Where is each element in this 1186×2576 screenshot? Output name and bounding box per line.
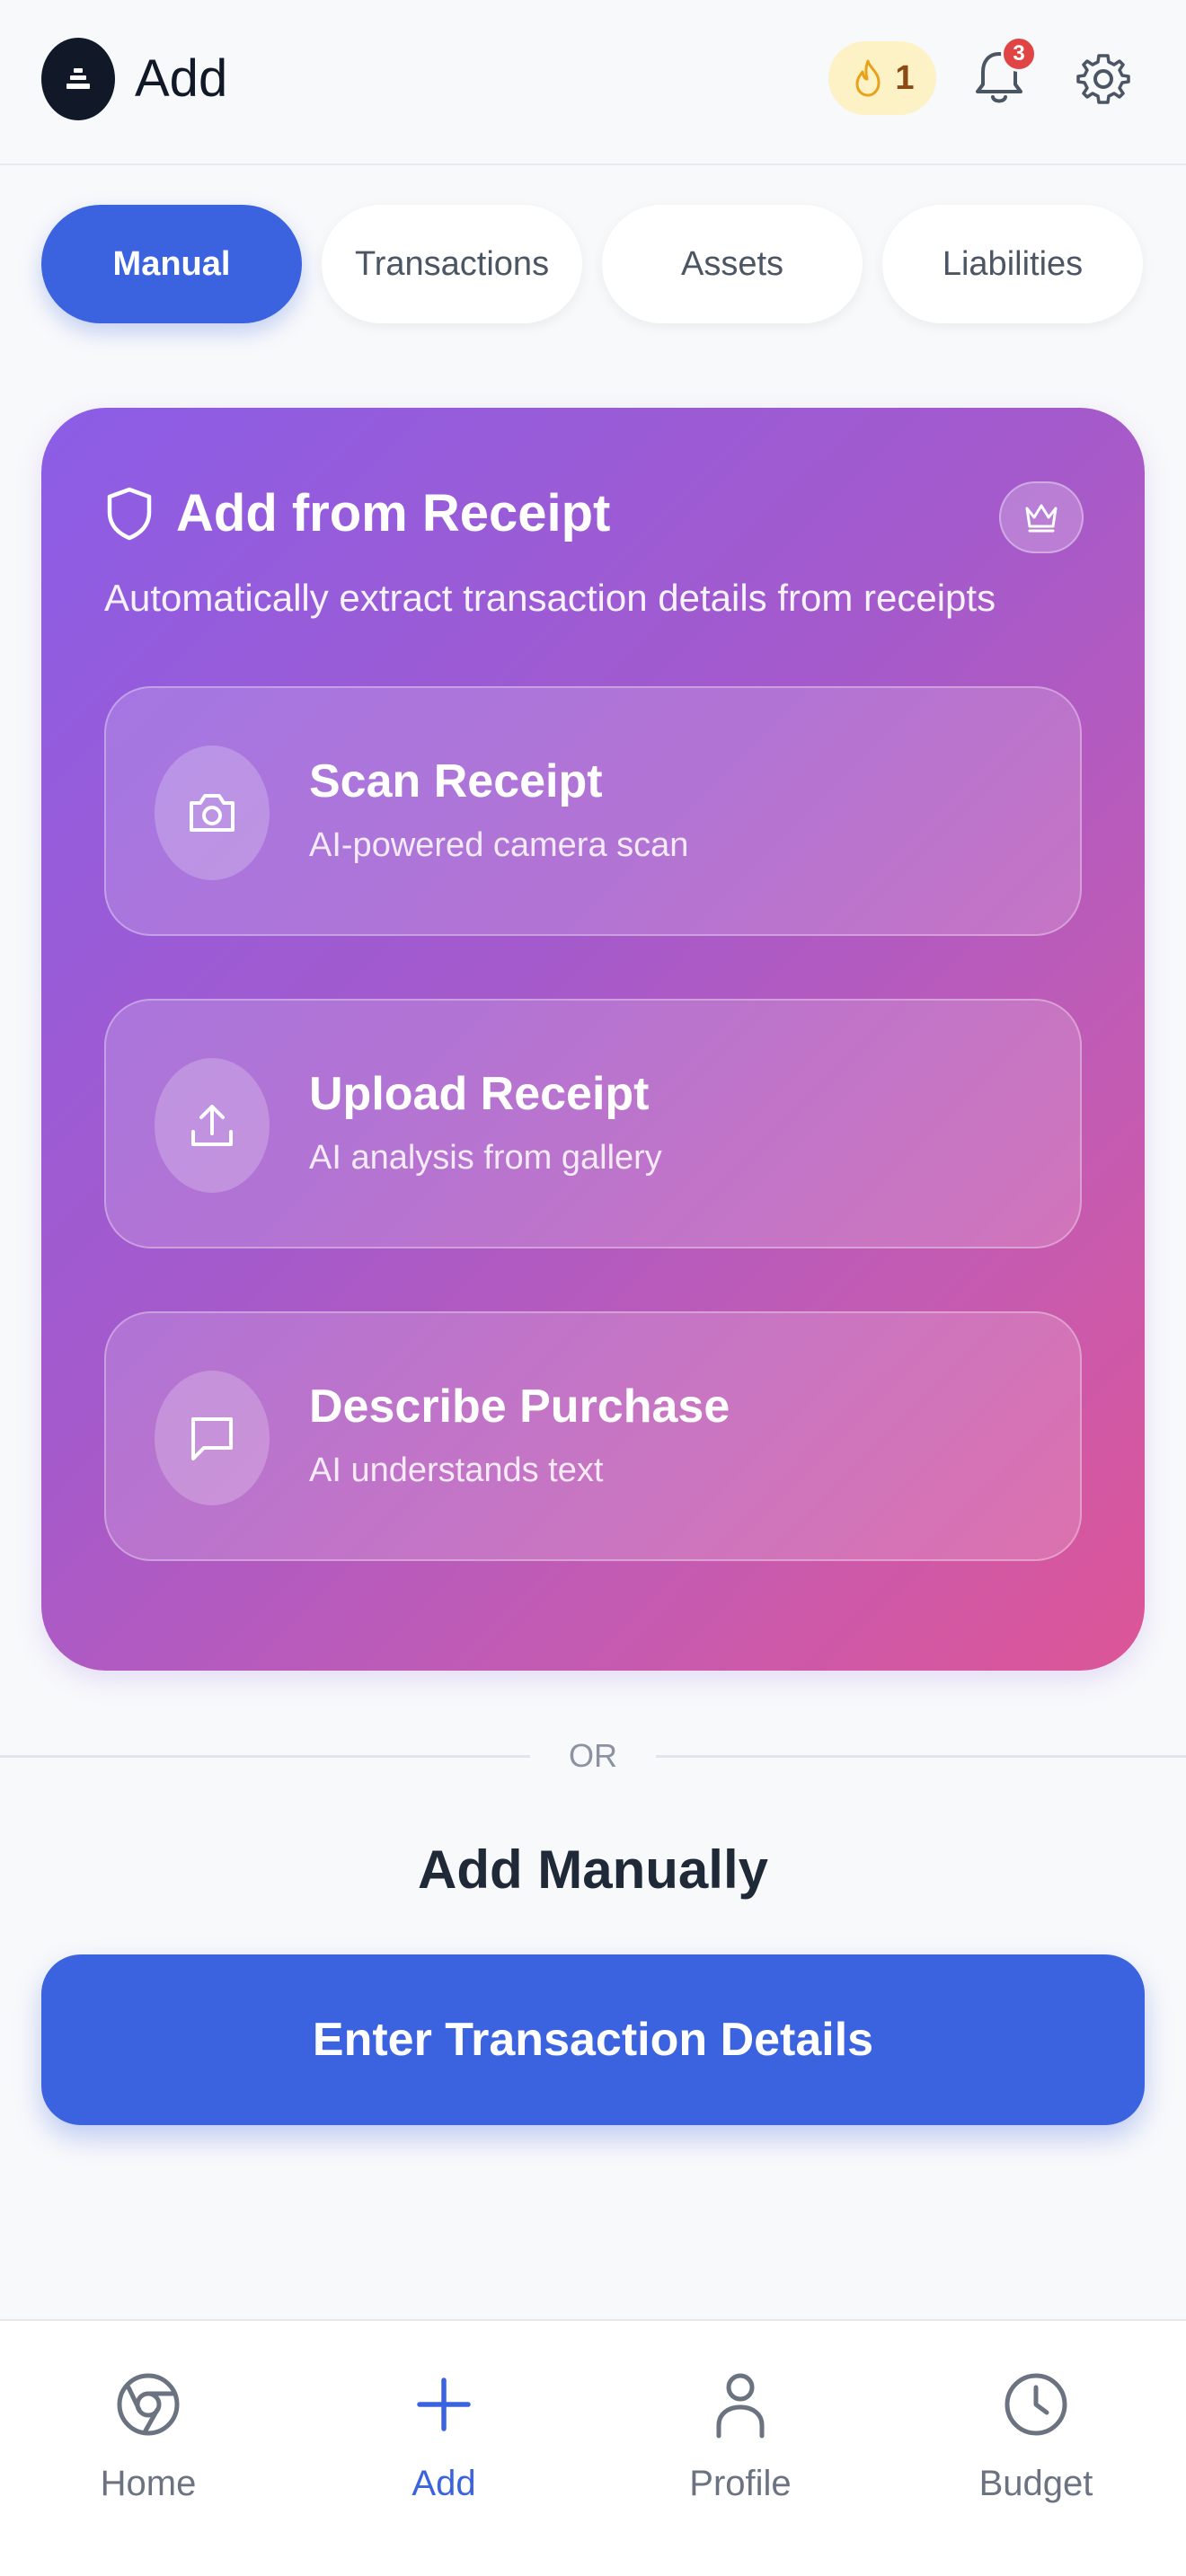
receipt-card-title: Add from Receipt <box>176 484 611 543</box>
upload-receipt-option[interactable]: Upload Receipt AI analysis from gallery <box>104 999 1082 1248</box>
nav-label: Add <box>412 2464 476 2503</box>
option-icon-circle <box>155 1371 270 1505</box>
flame-icon <box>855 59 881 97</box>
scan-receipt-option[interactable]: Scan Receipt AI-powered camera scan <box>104 686 1082 936</box>
app-logo[interactable] <box>41 38 115 120</box>
premium-crown-button[interactable] <box>999 481 1084 553</box>
option-icon-circle <box>155 745 270 880</box>
bottom-navigation: Home Add Profile Budget <box>0 2319 1186 2576</box>
option-title: Scan Receipt <box>309 755 603 807</box>
nav-item-budget[interactable]: Budget <box>928 2368 1144 2547</box>
option-description: AI analysis from gallery <box>309 1139 662 1177</box>
add-manually-heading: Add Manually <box>417 1839 769 1900</box>
nav-label: Home <box>100 2464 197 2503</box>
chat-icon <box>191 1417 233 1460</box>
nav-item-add[interactable]: Add <box>336 2368 552 2547</box>
option-title: Describe Purchase <box>309 1381 730 1433</box>
nav-label: Budget <box>978 2464 1093 2503</box>
shield-icon <box>104 485 155 543</box>
tab-manual[interactable]: Manual <box>41 205 302 323</box>
nav-label: Profile <box>689 2464 792 2503</box>
option-title: Upload Receipt <box>309 1068 650 1120</box>
person-icon <box>716 2373 765 2439</box>
tab-assets[interactable]: Assets <box>602 205 863 323</box>
tab-liabilities[interactable]: Liabilities <box>882 205 1143 323</box>
option-icon-circle <box>155 1058 270 1193</box>
upload-icon <box>191 1105 233 1146</box>
stack-logo-icon <box>66 68 90 89</box>
tab-transactions[interactable]: Transactions <box>322 205 582 323</box>
plus-icon <box>417 2378 471 2431</box>
streak-badge[interactable]: 1 <box>828 41 936 115</box>
app-header: Add 1 3 <box>0 0 1186 165</box>
enter-transaction-details-button[interactable]: Enter Transaction Details <box>41 1954 1145 2125</box>
page-title: Add <box>135 49 228 108</box>
nav-item-profile[interactable]: Profile <box>633 2368 848 2547</box>
crown-icon <box>1025 504 1058 533</box>
clock-icon <box>1005 2373 1067 2436</box>
add-screen: Add 1 3 Manual Transactions Assets Liabi… <box>0 0 1186 2576</box>
nav-item-home[interactable]: Home <box>40 2368 256 2547</box>
streak-count: 1 <box>895 58 915 97</box>
option-description: AI-powered camera scan <box>309 826 689 864</box>
gear-icon <box>1076 54 1130 104</box>
settings-button[interactable] <box>1075 49 1132 110</box>
describe-purchase-option[interactable]: Describe Purchase AI understands text <box>104 1311 1082 1561</box>
receipt-card-subtitle: Automatically extract transaction detail… <box>104 577 996 619</box>
camera-icon <box>190 794 235 832</box>
divider-line-right <box>656 1755 1186 1758</box>
notification-count-badge: 3 <box>1001 36 1037 72</box>
option-description: AI understands text <box>309 1451 604 1489</box>
divider-line-left <box>0 1755 530 1758</box>
or-divider-label: OR <box>569 1737 617 1774</box>
home-icon <box>117 2373 180 2436</box>
